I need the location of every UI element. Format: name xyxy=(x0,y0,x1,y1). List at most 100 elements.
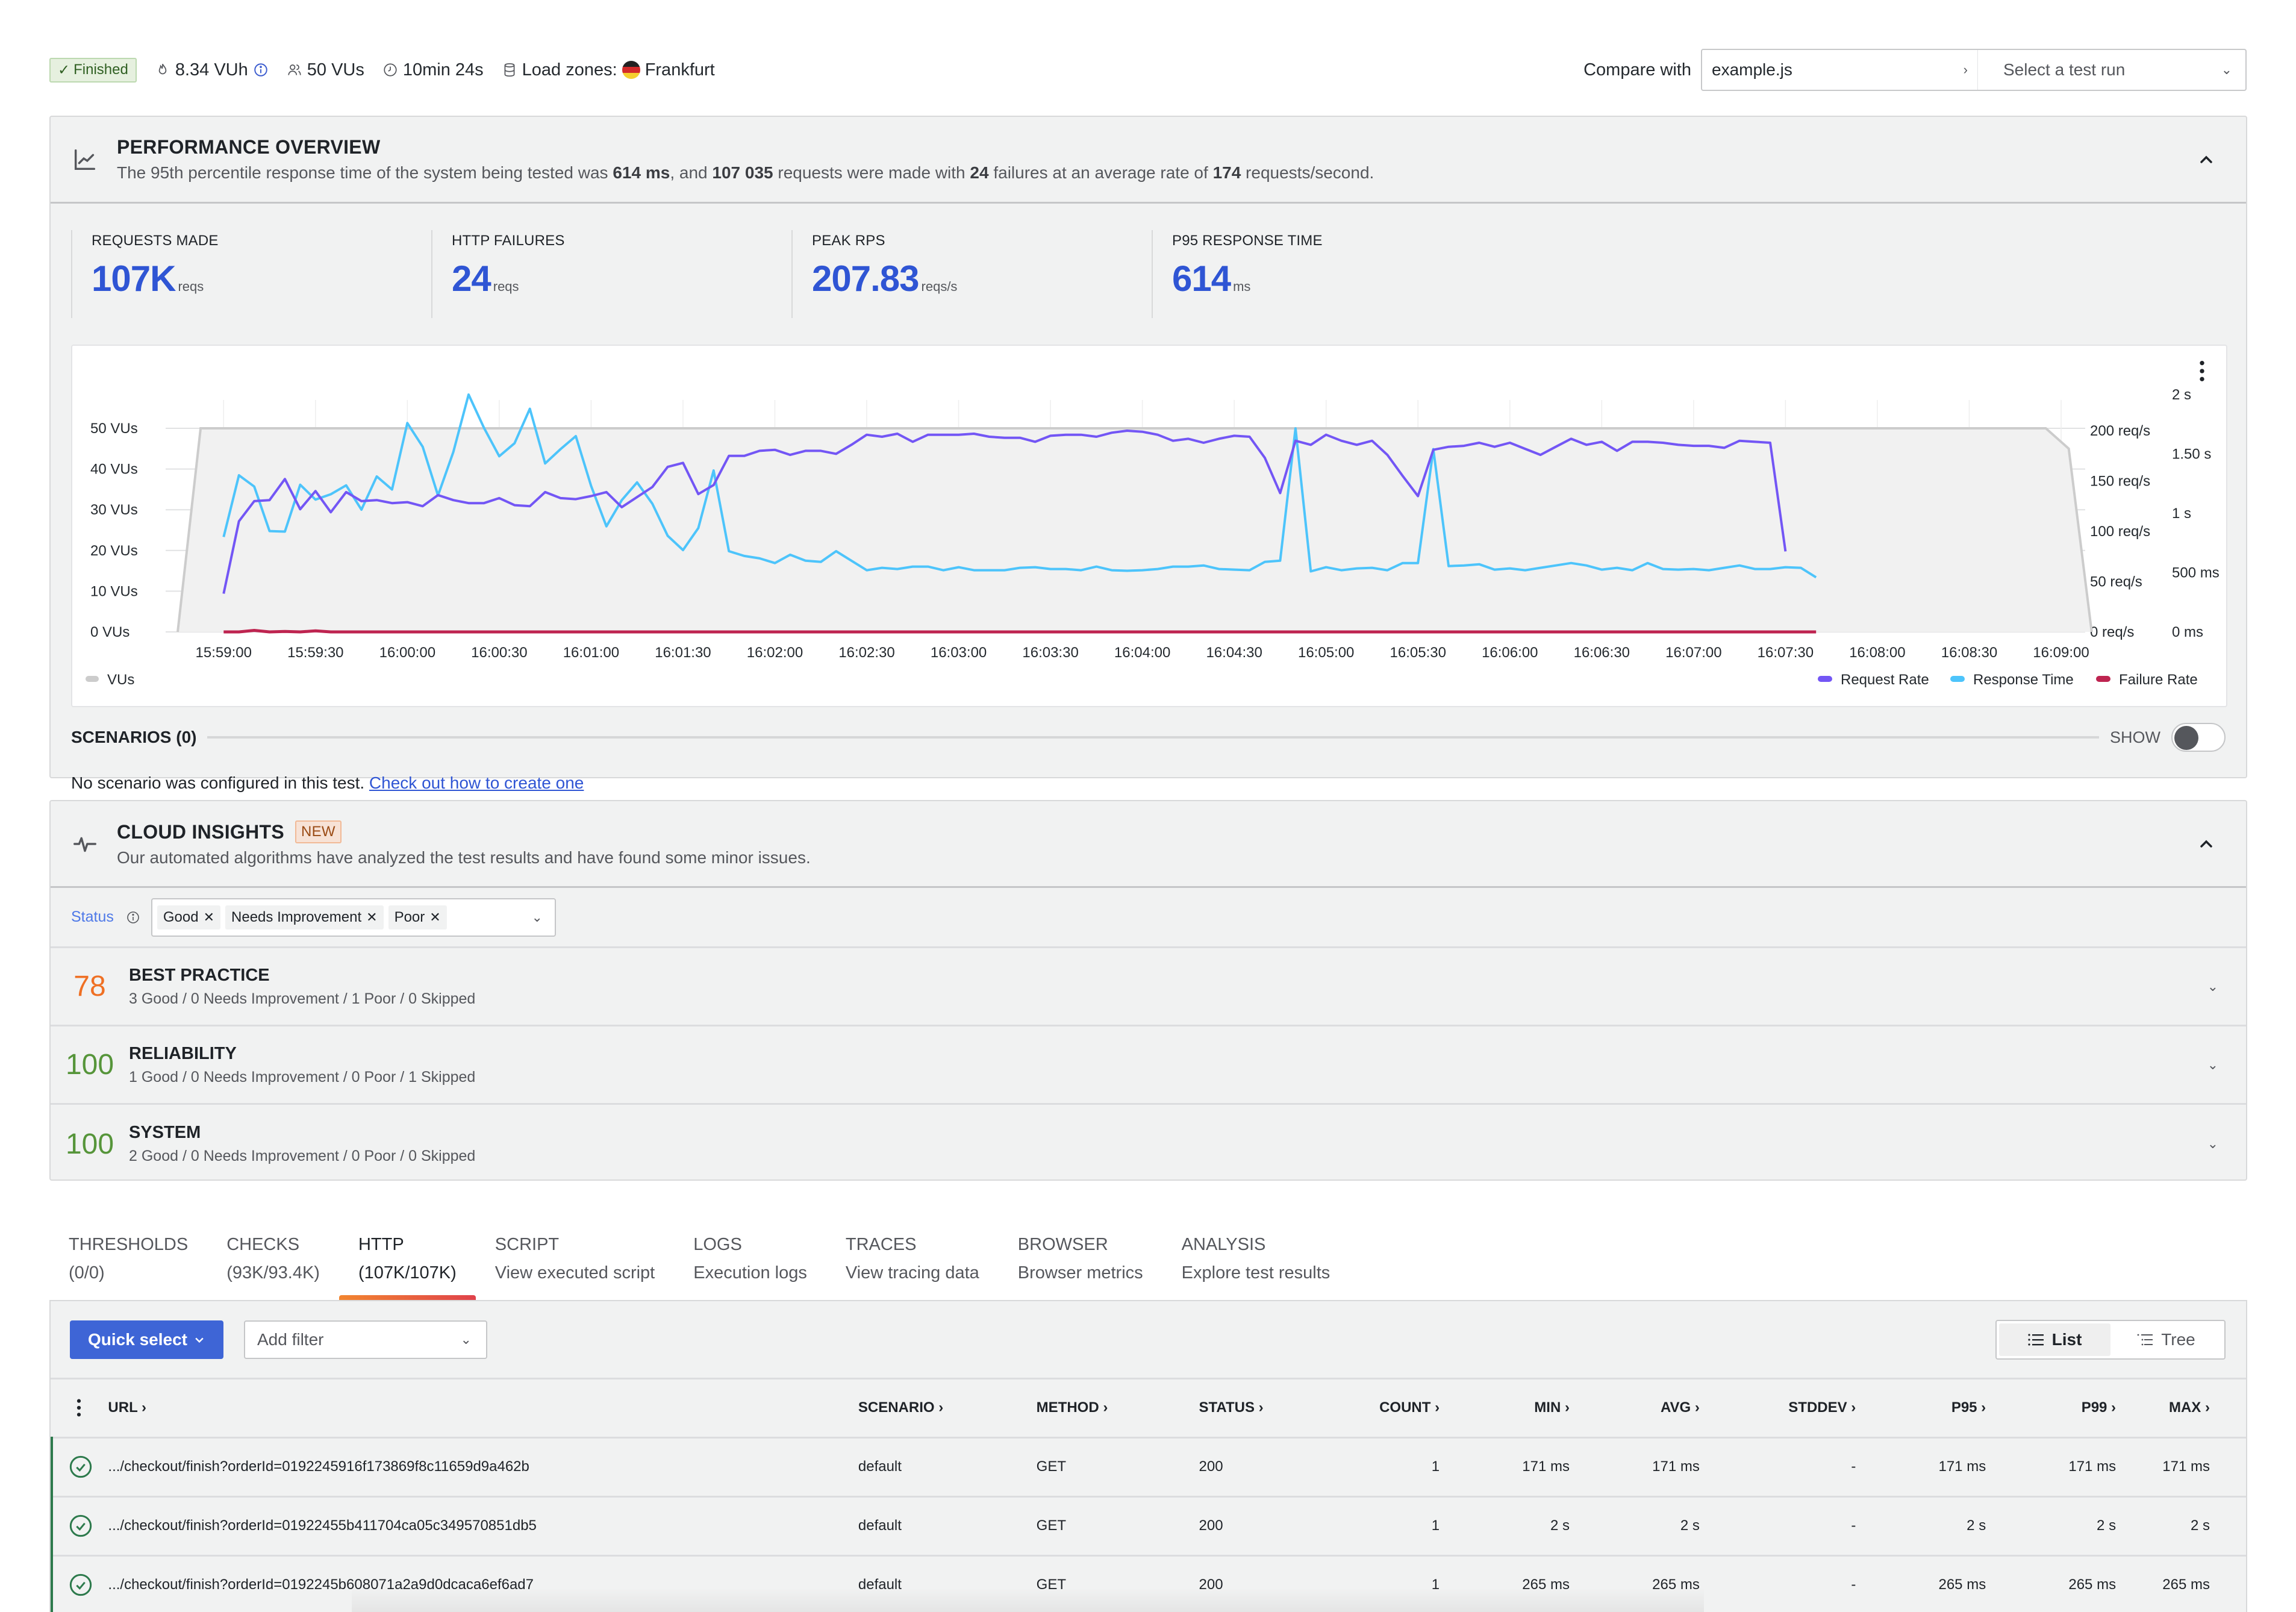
column-options-icon[interactable] xyxy=(75,1398,83,1418)
insight-category-system[interactable]: 100 SYSTEM 2 Good / 0 Needs Improvement … xyxy=(51,1105,2246,1183)
x-tick-label: 16:04:00 xyxy=(1114,645,1170,661)
check-circle-icon xyxy=(69,1573,92,1596)
cell-url: .../checkout/finish?orderId=0192245916f1… xyxy=(108,1437,858,1498)
x-tick-label: 16:00:00 xyxy=(379,645,435,661)
column-header-url[interactable]: URL › xyxy=(108,1379,858,1439)
legend-swatch-request-rate xyxy=(1818,676,1832,682)
y-tick-label: 40 VUs xyxy=(90,461,138,478)
column-header-p95[interactable]: P95 › xyxy=(1856,1379,1986,1439)
tab-http[interactable]: HTTP (107K/107K) xyxy=(338,1235,476,1300)
table-row[interactable]: .../checkout/finish?orderId=0192245916f1… xyxy=(50,1437,2246,1498)
right-time-tick-label: 0 ms xyxy=(2172,624,2203,640)
x-tick-label: 16:09:00 xyxy=(2033,645,2089,661)
column-header-status[interactable]: STATUS › xyxy=(1199,1379,1324,1439)
add-filter-select[interactable]: Add filter ⌄ xyxy=(243,1320,487,1359)
column-header-scenario[interactable]: SCENARIO › xyxy=(858,1379,1037,1439)
column-header-max[interactable]: MAX › xyxy=(2116,1379,2246,1439)
cell-min: 2 s xyxy=(1440,1496,1570,1557)
tree-icon xyxy=(2137,1334,2153,1345)
failure-rate-line xyxy=(223,629,1817,634)
cell-method: GET xyxy=(1036,1496,1199,1557)
tab-thresholds[interactable]: THRESHOLDS (0/0) xyxy=(49,1235,207,1298)
stat-p95-response-time: P95 RESPONSE TIME 614 ms xyxy=(1152,230,1512,318)
tab-logs[interactable]: LOGS Execution logs xyxy=(674,1235,826,1298)
chevron-down-icon: ⌄ xyxy=(2221,62,2232,77)
x-tick-label: 16:08:00 xyxy=(1849,645,1905,661)
column-header-count[interactable]: COUNT › xyxy=(1324,1379,1440,1439)
status-tag: Good ✕ xyxy=(157,905,221,929)
cell-p95: 2 s xyxy=(1856,1496,1986,1557)
column-header-stddev[interactable]: STDDEV › xyxy=(1699,1379,1856,1439)
tab-checks[interactable]: CHECKS (93K/93.4K) xyxy=(207,1235,339,1298)
chevron-up-icon[interactable] xyxy=(2197,150,2216,169)
table-row[interactable]: .../checkout/finish?orderId=01922455b411… xyxy=(50,1496,2246,1557)
performance-summary: The 95th percentile response time of the… xyxy=(117,163,1374,182)
compare-script-select[interactable]: example.js › xyxy=(1702,50,1978,90)
chevron-down-icon: ⌄ xyxy=(2207,1136,2218,1151)
y-tick-label: 10 VUs xyxy=(90,583,138,599)
check-circle-icon xyxy=(69,1514,92,1537)
insight-category-reliability[interactable]: 100 RELIABILITY 1 Good / 0 Needs Improve… xyxy=(51,1026,2246,1105)
performance-overview-panel: PERFORMANCE OVERVIEW The 95th percentile… xyxy=(49,116,2247,792)
cell-url: .../checkout/finish?orderId=0192245b6080… xyxy=(108,1555,858,1612)
cell-count: 1 xyxy=(1324,1437,1440,1498)
status-multiselect[interactable]: Good ✕ Needs Improvement ✕ Poor ✕ ⌄ xyxy=(151,898,556,937)
info-icon[interactable] xyxy=(126,910,140,925)
legend-swatch-failure-rate xyxy=(2096,676,2110,682)
column-header-avg[interactable]: AVG › xyxy=(1569,1379,1700,1439)
remove-tag-icon[interactable]: ✕ xyxy=(366,910,377,925)
load-zones: Load zones: Frankfurt xyxy=(502,60,715,80)
x-tick-label: 15:59:00 xyxy=(196,645,252,661)
x-tick-label: 16:01:30 xyxy=(655,645,711,661)
cell-p99: 2 s xyxy=(1986,1496,2117,1557)
status-badge: ✓ Finished xyxy=(49,57,137,83)
x-tick-label: 16:00:30 xyxy=(471,645,527,661)
chevron-down-icon: ⌄ xyxy=(2207,1057,2218,1072)
status-label: Status xyxy=(71,908,114,925)
x-tick-label: 16:05:00 xyxy=(1298,645,1354,661)
stat-requests-made: REQUESTS MADE 107K reqs xyxy=(71,230,431,318)
cloud-insights-header: CLOUD INSIGHTS NEW Our automated algorith… xyxy=(51,801,2246,888)
column-header-p99[interactable]: P99 › xyxy=(1986,1379,2117,1439)
cell-count: 1 xyxy=(1324,1555,1440,1612)
y-tick-label: 20 VUs xyxy=(90,543,138,559)
tab-script[interactable]: SCRIPT View executed script xyxy=(476,1235,674,1298)
remove-tag-icon[interactable]: ✕ xyxy=(429,910,440,925)
table-row[interactable]: .../checkout/finish?orderId=0192245b6080… xyxy=(50,1555,2246,1612)
info-icon[interactable] xyxy=(253,62,269,78)
right-rate-tick-label: 150 req/s xyxy=(2090,473,2150,490)
panel-title: PERFORMANCE OVERVIEW xyxy=(117,136,381,158)
show-scenarios-toggle[interactable] xyxy=(2171,723,2226,752)
tree-view-button[interactable]: Tree xyxy=(2110,1323,2222,1356)
y-tick-label: 30 VUs xyxy=(90,502,138,518)
tab-traces[interactable]: TRACES View tracing data xyxy=(826,1235,999,1298)
stat-http-failures: HTTP FAILURES 24 reqs xyxy=(431,230,791,318)
insight-score: 100 xyxy=(65,1049,114,1081)
test-run-select[interactable]: Select a test run ⌄ xyxy=(1978,50,2245,90)
create-scenario-link[interactable]: Check out how to create one xyxy=(369,773,584,792)
legend-label-failure-rate: Failure Rate xyxy=(2119,672,2198,688)
database-icon xyxy=(504,63,515,77)
remove-tag-icon[interactable]: ✕ xyxy=(204,910,214,925)
x-tick-label: 16:02:30 xyxy=(838,645,894,661)
chevron-down-icon[interactable]: ⌄ xyxy=(531,910,542,925)
cell-avg: 2 s xyxy=(1569,1496,1700,1557)
chevron-right-icon: › xyxy=(1963,62,1968,77)
tab-browser[interactable]: BROWSER Browser metrics xyxy=(999,1235,1162,1298)
table-header-row: URL › SCENARIO › METHOD › STATUS › COUNT… xyxy=(52,1379,2246,1439)
quick-select-button[interactable]: Quick select xyxy=(70,1320,223,1359)
scenarios-header: SCENARIOS (0) SHOW xyxy=(71,719,2226,755)
column-header-min[interactable]: MIN › xyxy=(1440,1379,1570,1439)
test-run-header: ✓ Finished 8.34 VUh 50 VUs 10min 24s Loa… xyxy=(49,49,2247,91)
list-view-button[interactable]: List xyxy=(1999,1323,2110,1356)
compare-label: Compare with xyxy=(1583,60,1691,80)
chevron-up-icon[interactable] xyxy=(2197,834,2216,854)
tab-analysis[interactable]: ANALYSIS Explore test results xyxy=(1162,1235,1350,1298)
cell-stddev: - xyxy=(1699,1437,1856,1498)
cell-scenario: default xyxy=(858,1437,1037,1498)
no-scenario-message: No scenario was configured in this test.… xyxy=(71,773,584,792)
cell-p99: 171 ms xyxy=(1986,1437,2117,1498)
insight-category-best-practice[interactable]: 78 BEST PRACTICE 3 Good / 0 Needs Improv… xyxy=(51,948,2246,1026)
x-tick-label: 16:06:30 xyxy=(1574,645,1630,661)
column-header-method[interactable]: METHOD › xyxy=(1036,1379,1199,1439)
